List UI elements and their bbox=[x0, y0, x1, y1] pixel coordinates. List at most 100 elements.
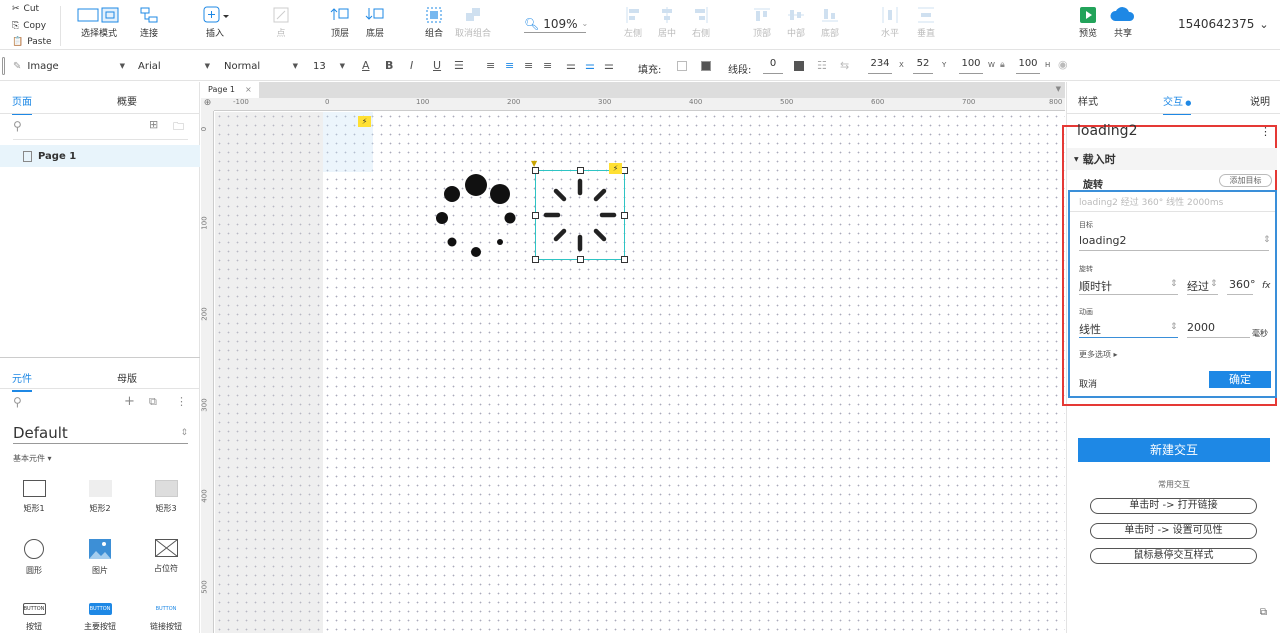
popout-icon[interactable]: ⧉ bbox=[1260, 607, 1267, 618]
user-account-menu[interactable]: 1540642375 ⌄ bbox=[1178, 17, 1269, 31]
font-size-select[interactable]: 13 ▼ bbox=[313, 58, 345, 74]
rotation-direction-select[interactable]: 顺时针 bbox=[1079, 278, 1112, 294]
line-pattern-icon[interactable]: ☷ bbox=[817, 59, 827, 72]
font-style-select[interactable]: Normal ▼ bbox=[224, 58, 298, 74]
resize-handle[interactable] bbox=[532, 167, 539, 174]
arrow-style-icon[interactable]: ⇆ bbox=[840, 59, 849, 72]
bold-button[interactable]: B bbox=[385, 59, 393, 72]
design-canvas[interactable]: Page 1 × ▼ ⊕ -100 0 100 200 300 400 500 6… bbox=[201, 82, 1065, 633]
width-input[interactable]: 100 bbox=[959, 58, 983, 74]
line-width-input[interactable]: 0 bbox=[763, 58, 783, 74]
tab-pages[interactable]: 页面 bbox=[12, 93, 32, 115]
widget-image[interactable]: 图片 bbox=[75, 539, 125, 576]
top-layer-button[interactable]: 顶层 bbox=[326, 4, 354, 39]
copy-button[interactable]: ⎘ Copy bbox=[0, 18, 60, 34]
widget-circle[interactable]: 圆形 bbox=[9, 539, 59, 576]
share-button[interactable]: 共享 bbox=[1106, 4, 1140, 39]
underline-button[interactable]: U bbox=[433, 59, 441, 72]
category-toggle[interactable]: 基本元件 ▾ bbox=[13, 453, 52, 464]
tab-dropdown-icon[interactable]: ▼ bbox=[1056, 85, 1061, 93]
widget-placeholder[interactable]: 占位符 bbox=[141, 539, 191, 574]
zoom-select[interactable]: 🔍︎ 109% ⌄ bbox=[524, 15, 588, 33]
resize-handle[interactable] bbox=[621, 167, 628, 174]
widget-link-button[interactable]: BUTTON 链接按钮 bbox=[141, 603, 191, 632]
more-vertical-icon[interactable]: ⋮ bbox=[1260, 125, 1271, 138]
cut-button[interactable]: ✂ Cut bbox=[0, 1, 60, 17]
add-page-icon[interactable]: ⊞ bbox=[149, 118, 158, 131]
rotation-mode-select[interactable]: 经过 bbox=[1187, 278, 1209, 294]
resize-handle[interactable] bbox=[621, 212, 628, 219]
widget-style-select[interactable]: ✎ Image ▼ bbox=[13, 58, 125, 74]
lightning-icon[interactable]: ⚡ bbox=[609, 163, 622, 174]
target-select[interactable]: loading2 bbox=[1079, 234, 1127, 247]
canvas-grid[interactable] bbox=[215, 112, 1065, 633]
group-button[interactable]: 组合 bbox=[420, 4, 448, 39]
widget-rectangle3[interactable]: 矩形3 bbox=[141, 480, 191, 514]
paste-button[interactable]: 📋 Paste bbox=[0, 34, 60, 50]
justify-icon[interactable]: ≡ bbox=[543, 59, 552, 72]
align-text-left-icon[interactable]: ≡ bbox=[486, 59, 495, 72]
bullet-list-icon[interactable]: ☰ bbox=[454, 59, 464, 72]
line-color-swatch[interactable] bbox=[794, 61, 804, 71]
easing-select[interactable]: 线性 bbox=[1079, 321, 1101, 337]
shadow-toggle[interactable] bbox=[701, 61, 711, 71]
insert-button[interactable]: 插入 bbox=[200, 4, 230, 39]
tab-style[interactable]: 样式 bbox=[1078, 93, 1098, 108]
resize-handle[interactable] bbox=[621, 256, 628, 263]
text-color-button[interactable]: A bbox=[362, 59, 370, 72]
align-left-button[interactable]: 左侧 bbox=[619, 4, 647, 39]
tab-interaction[interactable]: 交互 ● bbox=[1163, 93, 1192, 115]
add-library-icon[interactable]: + bbox=[124, 394, 135, 409]
fill-color-swatch[interactable] bbox=[677, 61, 687, 71]
search-icon[interactable]: ⚲ bbox=[13, 119, 22, 133]
widget-primary-button[interactable]: BUTTON 主要按钮 bbox=[75, 603, 125, 632]
widget-rectangle1[interactable]: 矩形1 bbox=[9, 480, 59, 514]
more-options-toggle[interactable]: 更多选项 ▸ bbox=[1079, 349, 1118, 360]
loading-dots-image[interactable] bbox=[429, 170, 529, 260]
align-text-right-icon[interactable]: ≡ bbox=[524, 59, 533, 72]
resize-handle[interactable] bbox=[577, 256, 584, 263]
tab-masters[interactable]: 母版 bbox=[117, 370, 137, 385]
widget-button[interactable]: BUTTON 按钮 bbox=[9, 603, 59, 632]
confirm-button[interactable]: 确定 bbox=[1209, 371, 1271, 388]
align-top-button[interactable]: 顶部 bbox=[748, 4, 776, 39]
valign-middle-icon[interactable]: ⚌ bbox=[585, 59, 595, 72]
library-select[interactable]: Default ⇕ bbox=[13, 422, 188, 444]
resize-handle[interactable] bbox=[532, 212, 539, 219]
valign-bottom-icon[interactable]: ⚌ bbox=[604, 59, 614, 72]
more-vertical-icon[interactable]: ⋮ bbox=[176, 395, 187, 408]
font-family-select[interactable]: Arial ▼ bbox=[138, 58, 210, 74]
rotation-marker-icon[interactable]: ▼ bbox=[531, 159, 537, 168]
widget-rectangle2[interactable]: 矩形2 bbox=[75, 480, 125, 514]
cancel-button[interactable]: 取消 bbox=[1079, 377, 1097, 390]
y-input[interactable]: 52 bbox=[913, 58, 933, 74]
align-center-button[interactable]: 居中 bbox=[653, 4, 681, 39]
tab-notes[interactable]: 说明 bbox=[1250, 93, 1270, 108]
common-open-link-button[interactable]: 单击时 -> 打开链接 bbox=[1090, 498, 1257, 514]
duration-input[interactable]: 2000 bbox=[1187, 321, 1215, 334]
distribute-horizontal-button[interactable]: 水平 bbox=[876, 4, 904, 39]
resize-handle[interactable] bbox=[532, 256, 539, 263]
visibility-eye-icon[interactable]: ◉ bbox=[1058, 58, 1068, 71]
ungroup-button[interactable]: 取消组合 bbox=[452, 4, 494, 39]
height-input[interactable]: 100 bbox=[1016, 58, 1040, 74]
event-onload[interactable]: ▼ 载入时 bbox=[1067, 148, 1277, 170]
align-middle-button[interactable]: 中部 bbox=[782, 4, 810, 39]
align-text-center-icon[interactable]: ≡ bbox=[505, 59, 514, 72]
degrees-input[interactable]: 360° bbox=[1229, 278, 1256, 291]
point-button[interactable]: 点 bbox=[266, 4, 296, 39]
tab-page1[interactable]: Page 1 × bbox=[201, 82, 259, 98]
close-icon[interactable]: × bbox=[245, 85, 252, 94]
x-input[interactable]: 234 bbox=[868, 58, 892, 74]
valign-top-icon[interactable]: ⚌ bbox=[566, 59, 576, 72]
lightning-icon[interactable]: ⚡ bbox=[358, 116, 371, 127]
preview-button[interactable]: 预览 bbox=[1073, 4, 1103, 39]
new-interaction-button[interactable]: 新建交互 bbox=[1078, 438, 1270, 462]
connect-button[interactable]: 连接 bbox=[134, 4, 164, 39]
align-bottom-button[interactable]: 底部 bbox=[816, 4, 844, 39]
page-item-page1[interactable]: Page 1 bbox=[0, 145, 200, 167]
select-mode-button[interactable]: 选择模式 bbox=[76, 4, 122, 39]
widget-search-icon[interactable]: ⚲ bbox=[13, 395, 22, 409]
tab-outline[interactable]: 概要 bbox=[117, 93, 137, 108]
align-right-button[interactable]: 右侧 bbox=[687, 4, 715, 39]
